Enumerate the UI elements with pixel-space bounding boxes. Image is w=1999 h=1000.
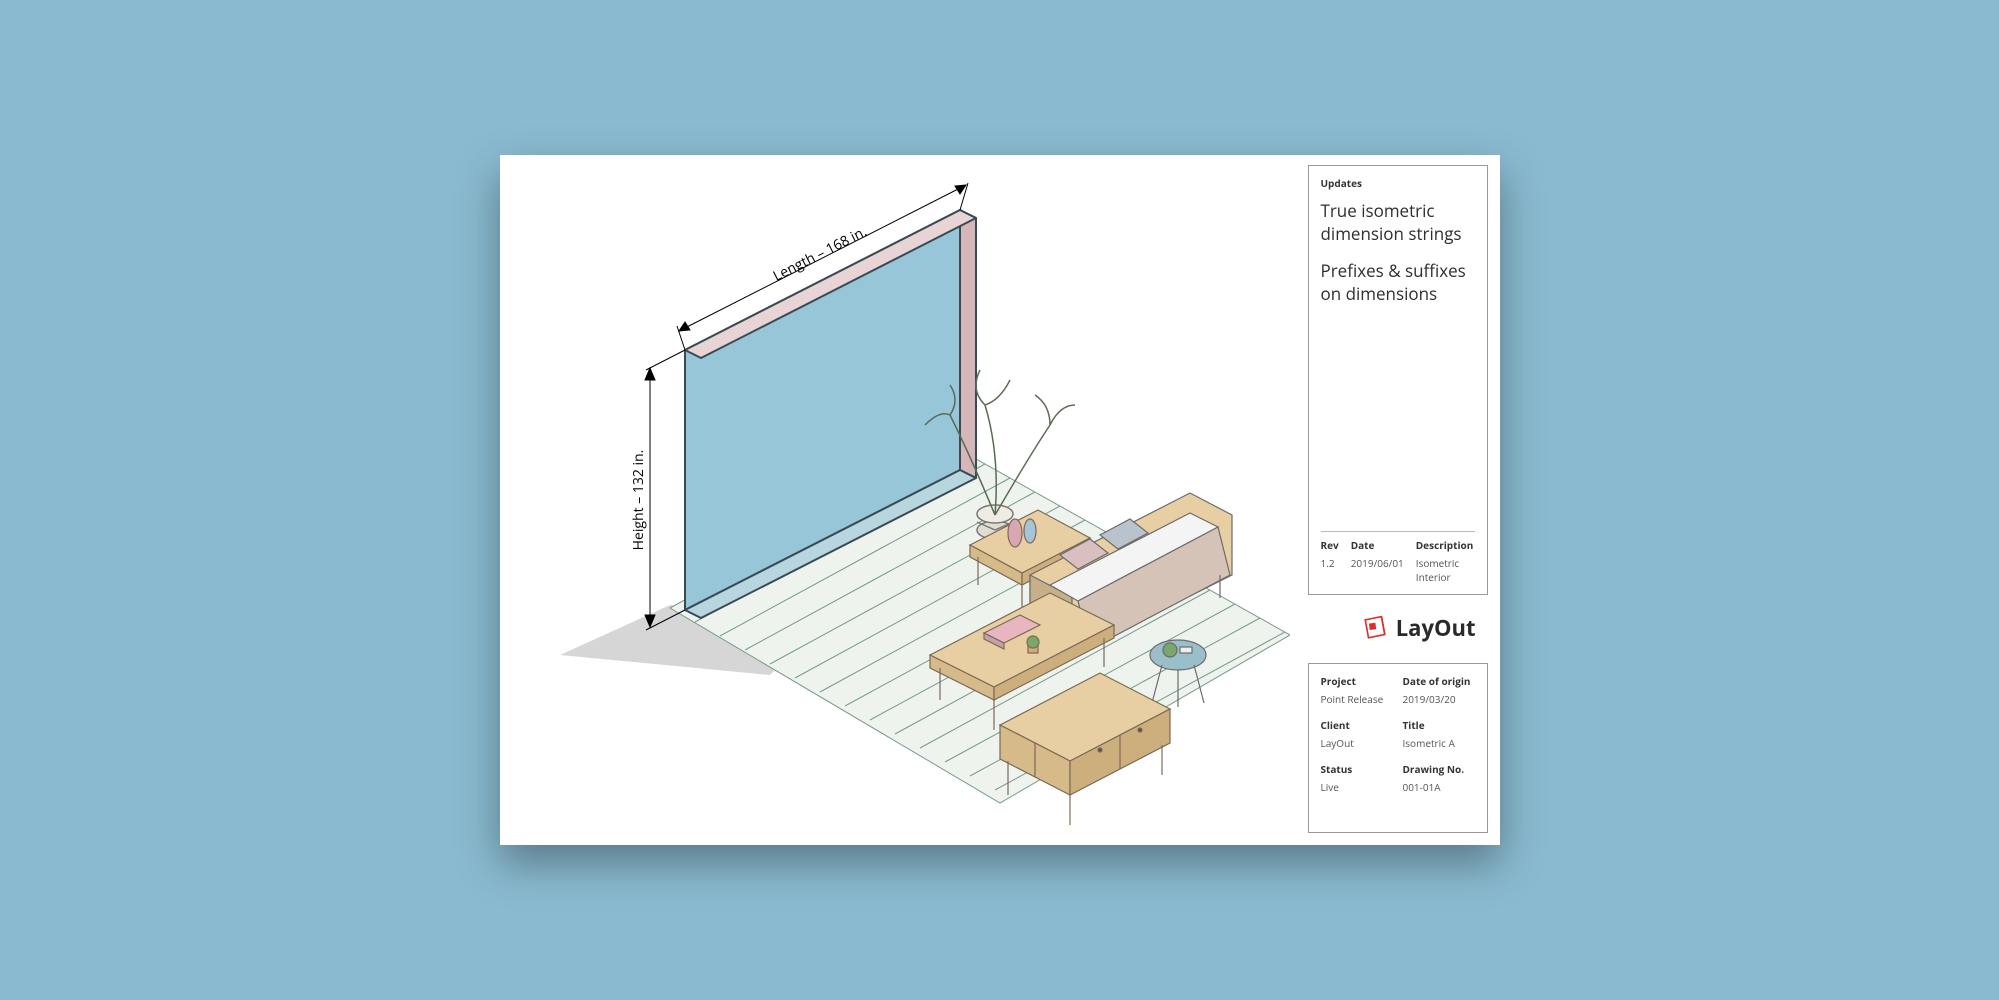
rev-label: Rev	[1321, 538, 1339, 552]
info-block: Project Point Release Date of origin 201…	[1308, 663, 1488, 833]
drawing-sheet: Updates True isometric dimension strings…	[500, 155, 1500, 845]
layout-logo: LayOut	[1362, 613, 1476, 643]
origin-cell: Date of origin 2019/03/20	[1403, 674, 1475, 706]
date-value: 2019/06/01	[1351, 556, 1404, 570]
client-cell: Client LayOut	[1321, 718, 1393, 750]
layout-logo-text: LayOut	[1396, 613, 1476, 643]
rev-cell: Rev 1.2	[1321, 538, 1339, 584]
feature-2: Prefixes & suffixes on dimensions	[1321, 260, 1475, 306]
dimension-height: Height – 132 in.	[629, 350, 685, 630]
drawing-value: 001-01A	[1403, 780, 1475, 794]
title-label: Title	[1403, 718, 1475, 732]
layout-icon	[1362, 615, 1388, 641]
project-label: Project	[1321, 674, 1393, 688]
status-cell: Status Live	[1321, 762, 1393, 794]
title-value: Isometric A	[1403, 736, 1475, 750]
client-value: LayOut	[1321, 736, 1393, 750]
project-cell: Project Point Release	[1321, 674, 1393, 706]
isometric-scene: Length – 168 in. Height – 132 in.	[530, 155, 1290, 845]
rev-value: 1.2	[1321, 556, 1339, 570]
title-cell: Title Isometric A	[1403, 718, 1475, 750]
updates-block: Updates True isometric dimension strings…	[1308, 165, 1488, 595]
drawing-cell: Drawing No. 001-01A	[1403, 762, 1475, 794]
desc-label: Description	[1416, 538, 1475, 552]
desc-cell: Description Isometric Interior	[1416, 538, 1475, 584]
status-label: Status	[1321, 762, 1393, 776]
updates-header: Updates	[1321, 176, 1475, 190]
origin-value: 2019/03/20	[1403, 692, 1475, 706]
client-label: Client	[1321, 718, 1393, 732]
desc-value: Isometric Interior	[1416, 556, 1475, 584]
status-value: Live	[1321, 780, 1393, 794]
feature-1: True isometric dimension strings	[1321, 200, 1475, 246]
date-label: Date	[1351, 538, 1404, 552]
project-value: Point Release	[1321, 692, 1393, 706]
origin-label: Date of origin	[1403, 674, 1475, 688]
date-cell: Date 2019/06/01	[1351, 538, 1404, 584]
drawing-label: Drawing No.	[1403, 762, 1475, 776]
revision-row: Rev 1.2 Date 2019/06/01 Description Isom…	[1321, 531, 1475, 584]
dimension-height-text: Height – 132 in.	[629, 450, 648, 551]
